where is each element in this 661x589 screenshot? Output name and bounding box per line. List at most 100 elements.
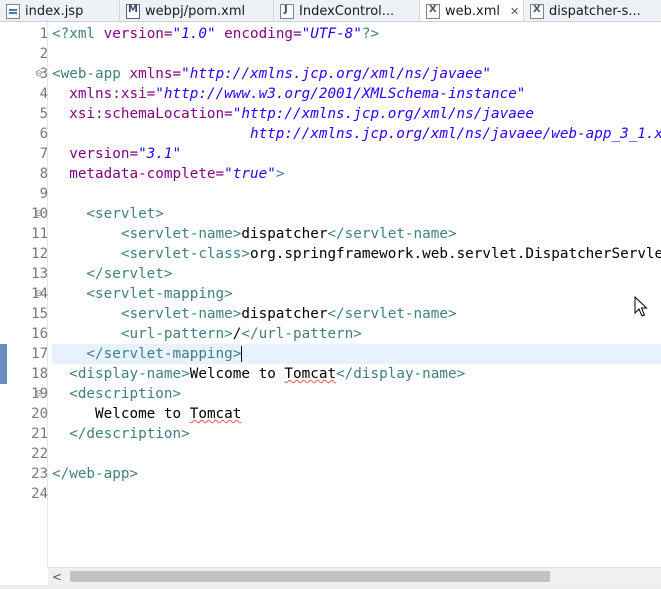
code-token: <display-name> — [52, 366, 190, 382]
code-token: version= — [95, 26, 173, 42]
code-token: metadata-complete= — [52, 166, 225, 182]
code-line[interactable]: <url-pattern>/</url-pattern> — [52, 324, 362, 344]
tab-label: IndexControl... — [299, 3, 395, 19]
spelling-error-word: Tomcat — [189, 406, 242, 422]
scroll-left-arrow-icon[interactable]: < — [48, 568, 66, 585]
line-number: 1 — [39, 26, 48, 42]
code-token: xmlns= — [120, 66, 182, 82]
code-token: <servlet-mapping> — [52, 286, 233, 302]
maven-pom-icon — [126, 3, 140, 19]
code-line[interactable]: <servlet-name>dispatcher</servlet-name> — [52, 304, 457, 324]
tab-label: webpj/pom.xml — [145, 3, 246, 19]
code-token: <servlet-class> — [52, 246, 250, 262]
code-token: <servlet-name> — [52, 306, 242, 322]
line-number: 24 — [31, 486, 48, 502]
tab-pom-xml[interactable]: webpj/pom.xml — [120, 0, 274, 21]
code-line[interactable]: <description> — [52, 384, 181, 404]
fold-collapse-icon[interactable]: ⊖ — [35, 204, 49, 224]
code-token: </servlet-mapping> — [52, 346, 242, 362]
fold-collapse-icon[interactable]: ⊖ — [35, 384, 49, 404]
code-token: > — [275, 166, 285, 182]
code-line[interactable]: <servlet-class>org.springframework.web.s… — [52, 244, 661, 264]
tab-index-controller[interactable]: IndexControl... — [274, 0, 420, 21]
xml-source-editor[interactable]: 1 2 3 ⊖ 4 5 6 7 8 9 10 ⊖ 11 12 13 14 ⊖ 15 16 17 18 19 ⊖ 20 21 22 2… — [0, 22, 661, 567]
close-tab-icon[interactable]: ✕ — [510, 5, 519, 18]
code-token: "3.1" — [138, 146, 182, 162]
tab-label: index.jsp — [25, 3, 84, 19]
code-line[interactable]: </servlet> — [52, 264, 173, 284]
code-token: xmlns:xsi= — [52, 86, 156, 102]
editor-tab-bar: index.jsp webpj/pom.xml IndexControl... … — [0, 0, 661, 22]
code-line[interactable]: version="3.1" — [52, 144, 181, 164]
tab-dispatcher-servlet[interactable]: dispatcher-s... — [524, 0, 661, 21]
code-area[interactable]: <?xml version="1.0" encoding="UTF-8"?> <w… — [52, 22, 661, 567]
code-line[interactable]: <web-app xmlns="http://xmlns.jcp.org/xml… — [52, 64, 491, 84]
line-number: 20 — [31, 406, 48, 422]
code-line[interactable]: xmlns:xsi="http://www.w3.org/2001/XMLSch… — [52, 84, 525, 104]
code-token: version= — [52, 146, 139, 162]
tab-label: dispatcher-s... — [549, 3, 641, 19]
code-line[interactable]: http://xmlns.jcp.org/xml/ns/javaee/web-a… — [52, 124, 661, 144]
scrollbar-thumb[interactable] — [70, 571, 550, 582]
code-token: xml — [69, 26, 96, 42]
line-number: 16 — [31, 326, 48, 342]
code-token: <url-pattern> — [52, 326, 233, 342]
code-token: </servlet-name> — [327, 226, 457, 242]
line-number: 6 — [39, 126, 48, 142]
code-token: "UTF-8" — [301, 26, 362, 42]
code-token: <servlet-name> — [52, 226, 242, 242]
spelling-error-word: Tomcat — [284, 366, 337, 382]
line-number: 23 — [31, 466, 48, 482]
line-number: 22 — [31, 446, 48, 462]
line-number: 7 — [39, 146, 48, 162]
code-line[interactable]: </servlet-mapping> — [52, 344, 661, 364]
fold-collapse-icon[interactable]: ⊖ — [35, 284, 49, 304]
code-line[interactable]: </description> — [52, 424, 190, 444]
java-file-icon — [280, 3, 294, 19]
line-number: 13 — [31, 266, 48, 282]
line-number: 17 — [31, 346, 48, 362]
code-token: ?> — [361, 26, 380, 42]
mouse-pointer-icon — [634, 296, 648, 317]
code-line[interactable]: <servlet-mapping> — [52, 284, 233, 304]
code-token: Welcome to — [52, 406, 190, 422]
code-line[interactable]: <?xml version="1.0" encoding="UTF-8"?> — [52, 24, 379, 44]
fold-collapse-icon[interactable]: ⊖ — [35, 64, 49, 84]
line-number: 15 — [31, 306, 48, 322]
tab-web-xml[interactable]: web.xml ✕ — [420, 0, 524, 21]
line-number: 4 — [39, 86, 48, 102]
line-number: 2 — [39, 46, 48, 62]
code-token: <web-app — [52, 66, 121, 82]
code-token: </servlet> — [52, 266, 173, 282]
xml-file-icon — [426, 3, 440, 19]
code-line[interactable]: <display-name>Welcome to Tomcat</display… — [52, 364, 465, 384]
code-token: dispatcher — [241, 226, 328, 242]
code-line[interactable]: Welcome to Tomcat — [52, 404, 241, 424]
code-line[interactable]: metadata-complete="true"> — [52, 164, 284, 184]
code-line[interactable]: </web-app> — [52, 464, 138, 484]
tab-label: web.xml — [445, 3, 500, 19]
code-token: http://xmlns.jcp.org/xml/ns/javaee/web-a… — [52, 126, 661, 142]
code-line[interactable]: <servlet-name>dispatcher</servlet-name> — [52, 224, 457, 244]
horizontal-scrollbar[interactable]: < — [48, 567, 661, 585]
code-token: </display-name> — [336, 366, 466, 382]
code-line[interactable]: xsi:schemaLocation="http://xmlns.jcp.org… — [52, 104, 534, 124]
code-token: "1.0" — [172, 26, 216, 42]
change-marker — [0, 344, 7, 364]
line-number: 5 — [39, 106, 48, 122]
code-token: </url-pattern> — [241, 326, 362, 342]
code-token: "true" — [224, 166, 276, 182]
code-token: encoding= — [215, 26, 302, 42]
code-token: "http://xmlns.jcp.org/xml/ns/javaee" — [181, 66, 492, 82]
code-token: </description> — [52, 426, 190, 442]
overview-ruler — [0, 22, 8, 567]
code-token: </web-app> — [52, 466, 139, 482]
status-strip — [0, 585, 661, 589]
xml-file-icon — [530, 3, 544, 19]
code-token: Welcome to — [189, 366, 285, 382]
code-line[interactable]: <servlet> — [52, 204, 163, 224]
tab-index-jsp[interactable]: index.jsp — [0, 0, 120, 21]
line-number: 12 — [31, 246, 48, 262]
change-marker — [0, 364, 7, 384]
code-token: <? — [52, 26, 70, 42]
